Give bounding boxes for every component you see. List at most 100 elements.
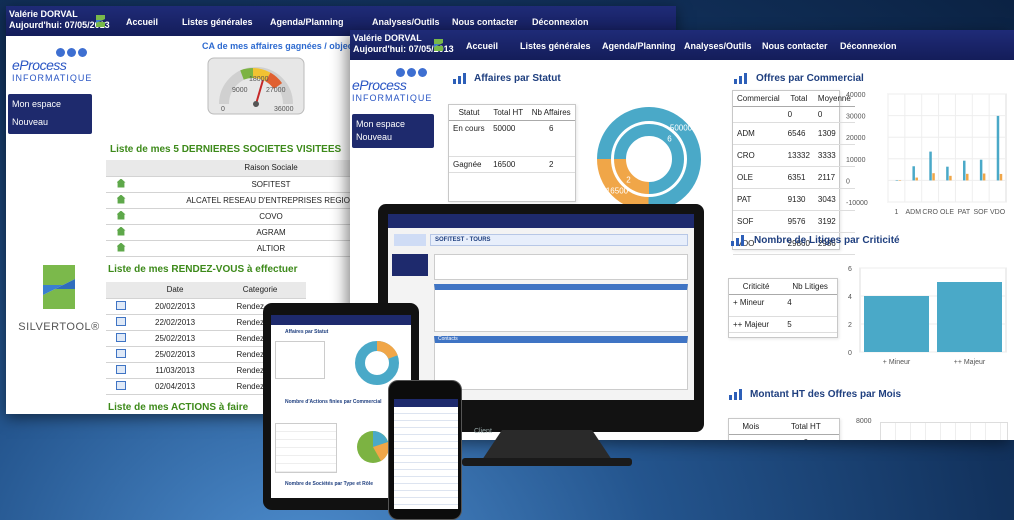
monitor-contacts-tab: Contacts <box>438 336 458 342</box>
montant-axis-top: 8000 <box>856 418 872 425</box>
menu-accueil[interactable]: Accueil <box>126 17 182 27</box>
gauge-chart: 9000 18000 27000 0 36000 <box>207 57 305 115</box>
silvertool-brand: SILVERTOOL® <box>14 261 104 333</box>
column-header: Mois <box>729 419 773 435</box>
donut-label: 6 <box>667 134 672 143</box>
menu-accueil[interactable]: Accueil <box>466 41 520 51</box>
bar <box>898 180 902 181</box>
appointment-date: 22/02/2013 <box>136 314 215 331</box>
eprocess-logo: eProcess INFORMATIQUE <box>12 48 92 83</box>
bar <box>999 173 1003 181</box>
eprocess-logo: eProcess INFORMATIQUE <box>352 68 432 103</box>
x-tick-label: ++ Majeur <box>954 359 986 366</box>
column-header: Nb Litiges <box>783 279 837 295</box>
montant-chart-title: Montant HT des Offres par Mois <box>750 389 902 400</box>
column-header-categorie[interactable]: Categorie <box>214 282 306 299</box>
x-tick-label: OLE <box>940 209 954 216</box>
main-menu: Accueil Listes générales Agenda/Planning… <box>466 41 900 51</box>
silvertool-wordmark: SILVERTOOL® <box>18 321 100 333</box>
column-header-date[interactable]: Date <box>136 282 215 299</box>
plot-area <box>887 93 1007 203</box>
affaires-table: Statut Total HT Nb Affaires En cours 5000… <box>448 104 576 202</box>
bar <box>864 296 929 352</box>
menu-nous-contacter[interactable]: Nous contacter <box>762 41 840 51</box>
sidebar-item-nouveau[interactable]: Nouveau <box>8 112 92 130</box>
column-header: Total HT <box>772 419 839 435</box>
calendar-icon <box>116 300 126 310</box>
x-tick-label: SOF <box>974 209 988 216</box>
table-row: ++ Majeur 5 <box>729 317 837 333</box>
chart-icon <box>729 389 742 400</box>
y-tick-label: 10000 <box>846 157 866 164</box>
menu-agenda-planning[interactable]: Agenda/Planning <box>602 41 684 51</box>
gauge-tick: 27000 <box>266 87 286 94</box>
table-row: SOF 9576 3192 <box>733 211 855 233</box>
y-tick-label: 4 <box>848 294 852 301</box>
menu-listes-generales[interactable]: Listes générales <box>182 17 270 27</box>
donut-label: 2 <box>626 176 631 185</box>
monitor-client-label: Client <box>474 428 492 435</box>
table-row: + Mineur 4 <box>729 295 837 317</box>
y-tick-label: -10000 <box>846 200 868 207</box>
sidebar-menu: Mon espace Nouveau <box>8 94 92 134</box>
affaires-donut-chart: 50000 16500 6 2 <box>597 107 701 211</box>
donut-label: 16500 <box>606 187 629 196</box>
litiges-bar-chart: 6 4 2 0 + Mineur ++ Majeur <box>848 266 1007 366</box>
bar <box>915 177 918 181</box>
column-header: Total HT <box>489 105 528 121</box>
table-row: 0 <box>729 435 839 440</box>
table-row: OLE 6351 2117 <box>733 167 855 189</box>
bar <box>979 159 983 181</box>
chart-icon <box>453 73 466 84</box>
sidebar-item-mon-espace[interactable]: Mon espace <box>8 94 92 112</box>
tablet-footer-title: Nombre de Sociétés par Type et Rôle <box>285 481 373 487</box>
appointment-date: 25/02/2013 <box>136 330 215 347</box>
appointment-date: 11/03/2013 <box>136 362 215 379</box>
menu-analyses-outils[interactable]: Analyses/Outils <box>684 41 762 51</box>
y-tick-label: 0 <box>848 350 852 357</box>
gauge-tick: 9000 <box>232 87 248 94</box>
bar <box>932 173 935 181</box>
menu-nous-contacter[interactable]: Nous contacter <box>452 17 532 27</box>
offres-bar-chart: 40000 30000 20000 10000 0 -10000 1 ADM CRO OLE PAT… <box>846 92 1007 216</box>
calendar-icon <box>116 316 126 326</box>
bar <box>982 173 986 181</box>
calendar-icon <box>116 380 126 390</box>
menu-analyses-outils[interactable]: Analyses/Outils <box>372 17 452 27</box>
silvertool-s-logo-icon <box>43 265 75 309</box>
table-row: CRO 13332 3333 <box>733 145 855 167</box>
bar <box>946 166 949 181</box>
company-icon <box>116 242 126 252</box>
sidebar-item-mon-espace[interactable]: Mon espace <box>352 114 434 132</box>
affaires-chart-title: Affaires par Statut <box>474 73 561 84</box>
table-row: En cours 50000 6 <box>449 121 575 157</box>
menu-agenda-planning[interactable]: Agenda/Planning <box>270 17 372 27</box>
top-navigation-bar: Valérie DORVAL Aujourd'hui: 07/05/2013 A… <box>350 30 1014 60</box>
menu-listes-generales[interactable]: Listes générales <box>520 41 602 51</box>
x-tick-label: VDO <box>990 209 1006 216</box>
y-tick-label: 20000 <box>846 135 866 142</box>
table-row: Gagnée 16500 2 <box>449 157 575 173</box>
bar <box>937 282 1002 352</box>
phone-device <box>388 380 462 520</box>
x-tick-label: 1 <box>894 209 898 216</box>
menu-deconnexion[interactable]: Déconnexion <box>532 17 602 27</box>
bar <box>949 175 952 181</box>
offres-table: Commercial Total Moyenne 00 ADM 6546 1309 … <box>732 90 855 255</box>
menu-deconnexion[interactable]: Déconnexion <box>840 41 900 51</box>
column-header: Statut <box>449 105 490 121</box>
visited-companies-title: Liste de mes 5 DERNIERES SOCIETES VISITE… <box>110 144 342 155</box>
silvertool-logo-icon <box>434 39 443 51</box>
x-tick-label: ADM <box>906 209 922 216</box>
offres-chart-title: Offres par Commercial <box>756 73 864 84</box>
montant-table: Mois Total HT 0 <box>728 418 840 440</box>
monitor-stand <box>462 430 632 466</box>
calendar-icon <box>116 364 126 374</box>
gauge-tick: 36000 <box>274 106 294 113</box>
main-menu: Accueil Listes générales Agenda/Planning… <box>126 17 602 27</box>
y-tick-label: 2 <box>848 322 852 329</box>
sidebar-item-nouveau[interactable]: Nouveau <box>352 132 434 145</box>
silvertool-logo-icon <box>96 15 105 27</box>
bar <box>963 160 966 181</box>
chart-icon <box>734 73 747 84</box>
